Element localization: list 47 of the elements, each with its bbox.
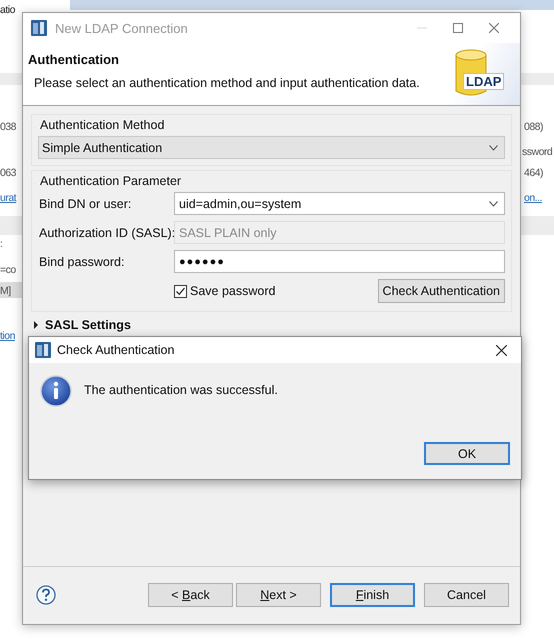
page-title: Authentication bbox=[28, 52, 120, 67]
link[interactable]: tion bbox=[0, 330, 15, 342]
window-title: New LDAP Connection bbox=[55, 20, 188, 36]
maximize-icon bbox=[453, 23, 463, 33]
ok-button[interactable]: OK bbox=[424, 442, 510, 465]
password-field[interactable]: ●●●●●● bbox=[174, 250, 505, 273]
link[interactable]: on... bbox=[524, 192, 542, 204]
dialog-title: Check Authentication bbox=[57, 343, 174, 357]
information-icon bbox=[40, 375, 72, 407]
close-icon bbox=[489, 23, 499, 33]
app-icon bbox=[31, 20, 47, 36]
app-icon bbox=[35, 342, 51, 358]
field-label: Bind DN or user: bbox=[38, 196, 132, 210]
background-text: M] bbox=[0, 285, 11, 297]
cancel-button[interactable]: Cancel bbox=[424, 582, 509, 606]
background-text: 063 bbox=[0, 167, 16, 179]
input-field: SASL PLAIN only bbox=[174, 221, 505, 244]
background-text: 464) bbox=[524, 167, 544, 179]
field-label: Authorization ID (SASL): bbox=[38, 226, 174, 240]
background-text: =co bbox=[0, 264, 16, 276]
background-text: : bbox=[0, 238, 2, 250]
check-authentication-button[interactable]: Check Authentication bbox=[378, 279, 505, 303]
close-icon bbox=[496, 344, 506, 356]
checkbox-label: Save password bbox=[190, 284, 276, 298]
combo-field[interactable]: uid=admin,ou=system bbox=[174, 192, 505, 215]
group-label: Authentication Parameter bbox=[40, 174, 182, 188]
next-button[interactable]: Next > bbox=[236, 582, 321, 606]
triangle-right-icon[interactable] bbox=[33, 321, 39, 329]
logo-label: LDAP bbox=[463, 73, 504, 90]
finish-button[interactable]: Finish bbox=[330, 582, 415, 606]
page-description: Please select an authentication method and input authentication data. bbox=[34, 76, 421, 90]
background-text: ssword bbox=[522, 146, 552, 158]
group-label: Authentication Method bbox=[40, 118, 166, 132]
checkbox[interactable] bbox=[174, 284, 187, 298]
link[interactable]: urat bbox=[0, 192, 16, 204]
field-label: Bind password: bbox=[38, 254, 126, 268]
section-header[interactable]: SASL Settings bbox=[45, 318, 131, 332]
background-text: 038 bbox=[0, 121, 16, 133]
tab[interactable]: atio bbox=[0, 4, 15, 16]
help-button[interactable] bbox=[36, 584, 56, 604]
dropdown[interactable]: Simple Authentication bbox=[38, 136, 505, 159]
chevron-down-icon bbox=[489, 144, 498, 150]
help-icon bbox=[36, 584, 56, 604]
back-button[interactable]: < Back bbox=[148, 582, 233, 606]
message-text: The authentication was successful. bbox=[84, 383, 278, 397]
background-text: 088) bbox=[524, 121, 544, 133]
chevron-down-icon bbox=[489, 200, 498, 206]
